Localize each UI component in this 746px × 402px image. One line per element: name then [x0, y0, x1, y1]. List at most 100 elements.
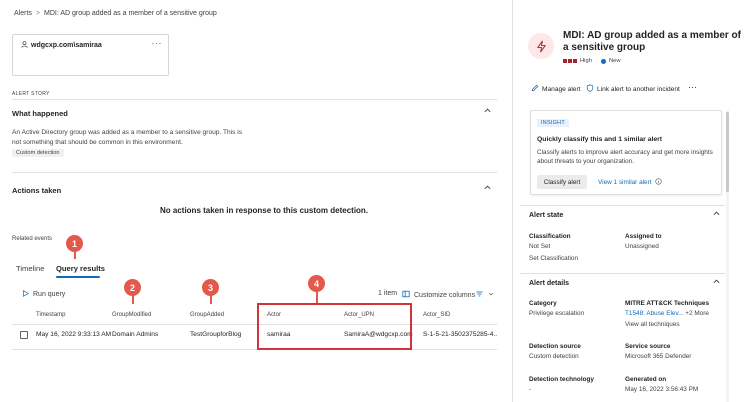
status-dot-icon	[600, 58, 606, 64]
callout-badge-4: 4	[308, 275, 325, 292]
alert-state-title: Alert state	[529, 212, 564, 219]
alert-details-panel	[512, 0, 746, 402]
no-actions-message: No actions taken in response to this cus…	[160, 206, 369, 215]
breadcrumb-alerts-link[interactable]: Alerts	[14, 10, 32, 17]
columns-icon	[402, 290, 410, 300]
related-events-label: Related events	[12, 236, 53, 242]
detection-source-label: Detection source	[529, 343, 581, 350]
item-count: 1 item	[378, 290, 398, 297]
info-icon	[654, 178, 662, 187]
generated-on-value: May 16, 2022 3:56:43 PM	[625, 386, 699, 393]
detection-technology-label: Detection technology	[529, 376, 594, 383]
row-checkbox[interactable]	[20, 331, 28, 339]
alert-title: MDI: AD group added as a member of a sen…	[563, 30, 741, 53]
manage-alert-button[interactable]: Manage alert	[531, 84, 581, 94]
cell-timestamp: May 16, 2022 9:33:13 AM	[36, 331, 112, 338]
mitre-label: MITRE ATT&CK Techniques	[625, 300, 710, 307]
view-similar-alert-label: View 1 similar alert	[598, 179, 652, 186]
callout-badge-3: 3	[202, 279, 219, 296]
more-options-icon[interactable]: ···	[152, 38, 163, 48]
generated-on-label: Generated on	[625, 376, 667, 383]
actions-taken-title: Actions taken	[12, 186, 62, 195]
column-header-actor-sid[interactable]: Actor_SID	[423, 312, 450, 318]
column-header-groupadded[interactable]: GroupAdded	[190, 312, 224, 318]
severity-status: High New	[563, 58, 621, 64]
divider	[12, 172, 497, 173]
mitre-value: T1548: Abuse Elev... +2 More	[625, 310, 709, 317]
cell-groupadded: TestGroupforBlog	[190, 331, 242, 338]
run-query-label: Run query	[33, 291, 66, 298]
callout-tail	[132, 295, 134, 304]
entity-user[interactable]: wdgcxp.com\samiraa	[21, 41, 102, 50]
insight-card: INSIGHT Quickly classify this and 1 simi…	[530, 110, 722, 195]
more-actions-icon[interactable]: ···	[688, 82, 697, 92]
run-query-button[interactable]: Run query	[22, 290, 65, 299]
alert-details-title: Alert details	[529, 280, 570, 287]
detection-source-value: Custom detection	[529, 353, 579, 360]
link-alert-label: Link alert to another incident	[597, 85, 680, 93]
callout-tail	[74, 251, 76, 259]
divider	[12, 99, 497, 100]
mitre-more[interactable]: +2 More	[685, 310, 709, 317]
breadcrumb-separator: >	[35, 10, 40, 17]
callout-badge-2: 2	[124, 279, 141, 296]
chevron-up-icon[interactable]	[483, 183, 492, 194]
assigned-to-label: Assigned to	[625, 233, 662, 240]
service-source-value: Microsoft 365 Defender	[625, 353, 692, 360]
divider	[12, 324, 497, 325]
alert-icon	[528, 33, 554, 59]
breadcrumb-current: MDI: AD group added as a member of a sen…	[44, 10, 217, 17]
alert-story-label: ALERT STORY	[12, 91, 50, 97]
chevron-down-icon	[488, 291, 494, 299]
assigned-to-value: Unassigned	[625, 243, 659, 250]
callout-badge-1: 1	[66, 235, 83, 252]
manage-alert-label: Manage alert	[542, 85, 581, 93]
what-happened-description: An Active Directory group was added as a…	[12, 129, 243, 146]
entity-card[interactable]: wdgcxp.com\samiraa ···	[12, 34, 169, 76]
chevron-up-icon[interactable]	[712, 277, 721, 288]
view-similar-alert-link[interactable]: View 1 similar alert	[598, 178, 662, 187]
classification-label: Classification	[529, 233, 571, 240]
detection-technology-value: -	[529, 386, 532, 393]
scrollbar-thumb[interactable]	[726, 112, 729, 192]
classification-value: Not Set	[529, 243, 551, 250]
shield-icon	[586, 84, 594, 94]
view-all-techniques-link[interactable]: View all techniques	[625, 321, 680, 328]
divider	[12, 349, 497, 350]
classify-alert-button[interactable]: Classify alert	[537, 175, 587, 189]
divider	[520, 273, 725, 274]
breadcrumb: Alerts > MDI: AD group added as a member o…	[14, 10, 217, 17]
severity-bars-icon	[563, 59, 577, 63]
divider	[520, 205, 725, 206]
insight-tag: INSIGHT	[537, 119, 569, 127]
chevron-up-icon[interactable]	[483, 106, 492, 117]
mitre-technique-link[interactable]: T1548: Abuse Elev...	[625, 310, 684, 317]
chevron-up-icon[interactable]	[712, 209, 721, 220]
column-header-groupmodified[interactable]: GroupModified	[112, 312, 151, 318]
customize-columns-label: Customize columns	[414, 291, 476, 299]
tab-timeline[interactable]: Timeline	[16, 264, 44, 273]
entity-name: wdgcxp.com\samiraa	[31, 42, 102, 49]
custom-detection-chip: Custom detection	[12, 149, 64, 157]
callout-tail	[210, 295, 212, 304]
category-label: Category	[529, 300, 557, 307]
insight-text: Classify alerts to improve alert accurac…	[537, 149, 713, 165]
link-alert-button[interactable]: Link alert to another incident	[586, 84, 680, 94]
column-header-timestamp[interactable]: Timestamp	[36, 312, 65, 318]
category-value: Privilege escalation	[529, 310, 585, 317]
cell-groupmodified: Domain Admins	[112, 331, 159, 338]
cell-actor-sid: S-1-5-21-3502375285-4...	[423, 331, 497, 338]
user-icon	[21, 41, 28, 50]
filter-options-button[interactable]	[475, 290, 494, 300]
list-icon	[475, 290, 484, 300]
highlight-box-actor-columns	[257, 303, 412, 350]
tab-query-results[interactable]: Query results	[56, 264, 105, 273]
insight-title: Quickly classify this and 1 similar aler…	[537, 136, 663, 143]
customize-columns-button[interactable]: Customize columns	[402, 290, 475, 300]
service-source-label: Service source	[625, 343, 671, 350]
severity-label: High	[580, 58, 592, 64]
active-tab-indicator	[56, 276, 100, 278]
pencil-icon	[531, 84, 539, 94]
set-classification-link[interactable]: Set Classification	[529, 255, 578, 262]
status-label: New	[608, 58, 621, 64]
